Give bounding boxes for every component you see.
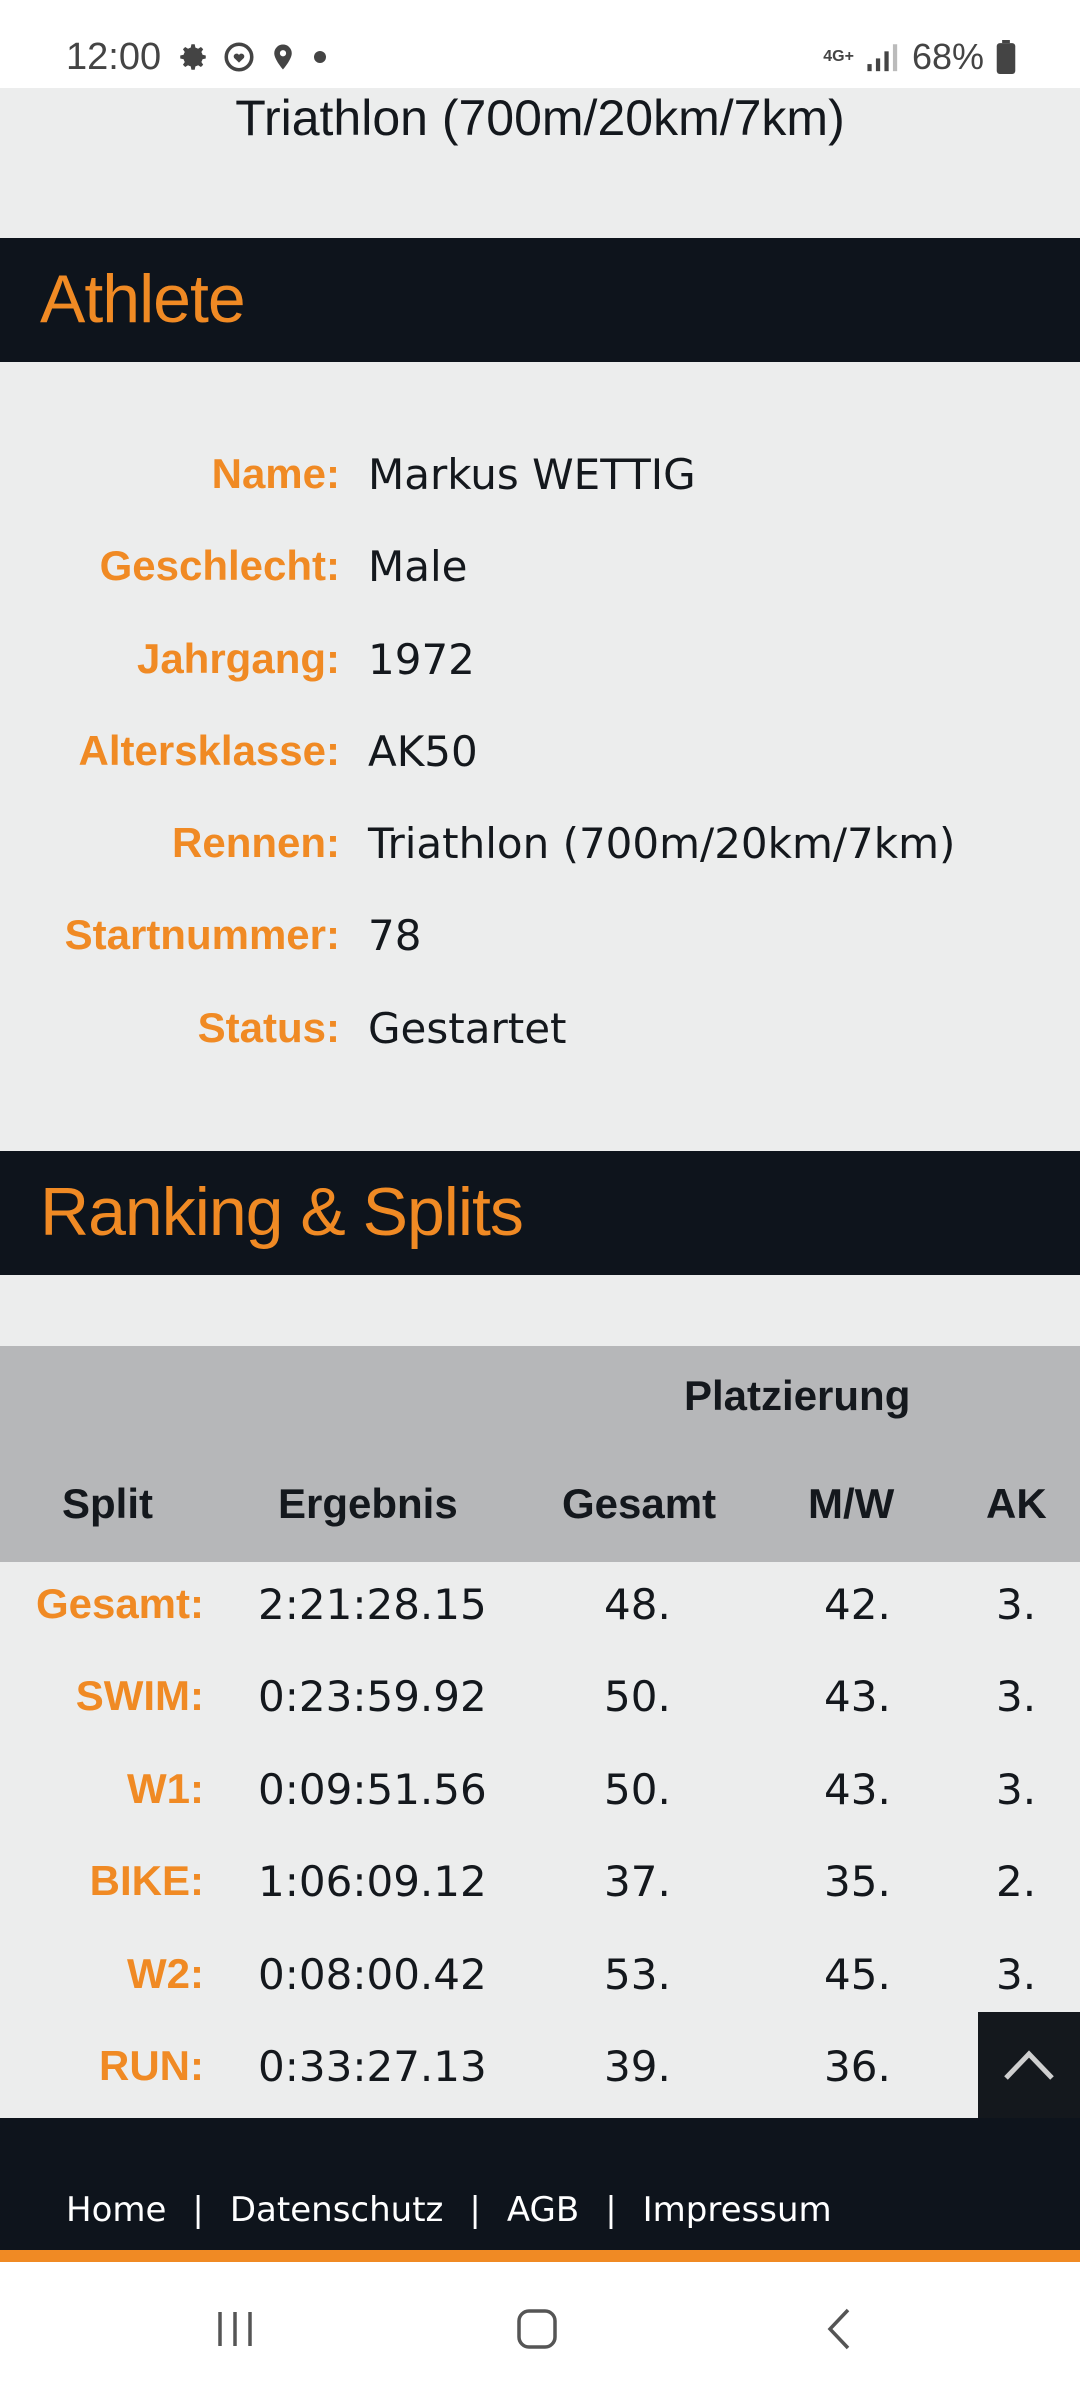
athlete-value: 78 <box>368 911 422 960</box>
athlete-race-row: Rennen: Triathlon (700m/20km/7km) <box>0 819 1080 899</box>
table-row: BIKE: 1:06:09.12 37. 35. 2. <box>0 1857 1080 1949</box>
rank-ageclass: 2. <box>996 1857 1037 1906</box>
athlete-ageclass-row: Altersklasse: AK50 <box>0 727 1080 807</box>
rank-ageclass: 3. <box>996 1950 1037 1999</box>
split-result: 0:09:51.56 <box>258 1765 487 1814</box>
gear-icon <box>180 44 206 70</box>
athlete-value: Male <box>368 542 468 591</box>
network-type: 4G+ <box>823 48 854 65</box>
table-row: W1: 0:09:51.56 50. 43. 3. <box>0 1765 1080 1857</box>
rank-gender: 45. <box>824 1950 891 1999</box>
footer-links: Home | Datenschutz | AGB | Impressum <box>66 2190 832 2230</box>
athlete-year-row: Jahrgang: 1972 <box>0 635 1080 715</box>
split-name: W1: <box>127 1765 204 1812</box>
rank-overall: 50. <box>604 1765 671 1814</box>
athlete-gender-row: Geschlecht: Male <box>0 542 1080 622</box>
dot-icon <box>314 51 326 63</box>
column-header-ak: AK <box>986 1480 1047 1527</box>
splits-table-header: Platzierung Split Ergebnis Gesamt M/W AK <box>0 1346 1080 1562</box>
footer: Home | Datenschutz | AGB | Impressum <box>0 2118 1080 2262</box>
footer-accent-stripe <box>0 2250 1080 2262</box>
athlete-value: AK50 <box>368 727 478 776</box>
rank-gender: 43. <box>824 1765 891 1814</box>
recent-apps-icon[interactable] <box>212 2306 258 2352</box>
rank-gender: 43. <box>824 1672 891 1721</box>
split-result: 0:08:00.42 <box>258 1950 487 1999</box>
column-header-gesamt: Gesamt <box>562 1480 717 1527</box>
status-time: 12:00 <box>66 36 162 78</box>
athlete-value: Gestartet <box>368 1004 567 1053</box>
rank-overall: 37. <box>604 1857 671 1906</box>
rank-ageclass: 3. <box>996 1765 1037 1814</box>
rank-ageclass: 3. <box>996 1672 1037 1721</box>
ranking-section-header: Ranking & Splits <box>0 1151 1080 1275</box>
athlete-label: Altersklasse: <box>78 727 341 774</box>
home-icon[interactable] <box>514 2306 560 2352</box>
split-name: W2: <box>127 1950 204 1997</box>
athlete-label: Geschlecht: <box>99 542 340 589</box>
split-result: 0:33:27.13 <box>258 2042 487 2091</box>
table-row: W2: 0:08:00.42 53. 45. 3. <box>0 1950 1080 2042</box>
athlete-value: Markus WETTIG <box>368 450 696 499</box>
rank-overall: 39. <box>604 2042 671 2091</box>
rank-gender: 42. <box>824 1580 891 1629</box>
shield-heart-icon <box>224 42 254 72</box>
footer-link-datenschutz[interactable]: Datenschutz <box>230 2190 444 2230</box>
ranking-section-title: Ranking & Splits <box>40 1174 524 1250</box>
rank-overall: 50. <box>604 1672 671 1721</box>
athlete-label: Name: <box>211 450 340 497</box>
back-icon[interactable] <box>820 2306 860 2352</box>
column-header-ergebnis: Ergebnis <box>278 1480 458 1527</box>
table-row: Gesamt: 2:21:28.15 48. 42. 3. <box>0 1580 1080 1672</box>
split-name: SWIM: <box>75 1672 204 1719</box>
footer-link-agb[interactable]: AGB <box>507 2190 579 2230</box>
table-row: SWIM: 0:23:59.92 50. 43. 3. <box>0 1672 1080 1764</box>
split-result: 1:06:09.12 <box>258 1857 487 1906</box>
split-name: BIKE: <box>89 1857 204 1904</box>
athlete-label: Rennen: <box>172 819 340 866</box>
rank-overall: 48. <box>604 1580 671 1629</box>
status-bar: 12:00 4G+ 68% <box>0 0 1080 88</box>
split-result: 0:23:59.92 <box>258 1672 487 1721</box>
athlete-value: 1972 <box>368 635 475 684</box>
footer-link-home[interactable]: Home <box>66 2190 166 2230</box>
split-name: Gesamt: <box>35 1580 204 1627</box>
rank-ageclass: 3. <box>996 1580 1037 1629</box>
athlete-label: Jahrgang: <box>136 635 340 682</box>
footer-link-impressum[interactable]: Impressum <box>643 2190 832 2230</box>
race-title: Triathlon (700m/20km/7km) <box>235 90 845 146</box>
rank-overall: 53. <box>604 1950 671 1999</box>
location-pin-icon <box>274 44 292 70</box>
system-navigation-bar <box>0 2262 1080 2400</box>
chevron-up-icon <box>1004 2050 1054 2080</box>
rank-gender: 36. <box>824 2042 891 2091</box>
column-header-mw: M/W <box>808 1480 895 1527</box>
column-header-split: Split <box>62 1480 153 1527</box>
footer-separator: | <box>469 2190 481 2230</box>
rank-gender: 35. <box>824 1857 891 1906</box>
athlete-name-row: Name: Markus WETTIG <box>0 450 1080 530</box>
athlete-value: Triathlon (700m/20km/7km) <box>368 819 956 868</box>
signal-icon <box>867 44 898 72</box>
battery-percent: 68% <box>911 36 984 77</box>
platzierung-group-header: Platzierung <box>684 1372 911 1419</box>
athlete-section-title: Athlete <box>40 261 246 337</box>
athlete-label: Status: <box>197 1004 340 1051</box>
athlete-label: Startnummer: <box>64 911 340 958</box>
split-result: 2:21:28.15 <box>258 1580 487 1629</box>
scroll-to-top-button[interactable] <box>978 2012 1080 2118</box>
split-name: RUN: <box>99 2042 204 2089</box>
athlete-section-header: Athlete <box>0 238 1080 362</box>
athlete-status-row: Status: Gestartet <box>0 1004 1080 1084</box>
footer-separator: | <box>192 2190 204 2230</box>
battery-icon <box>996 40 1016 74</box>
footer-separator: | <box>605 2190 617 2230</box>
athlete-bib-row: Startnummer: 78 <box>0 911 1080 991</box>
